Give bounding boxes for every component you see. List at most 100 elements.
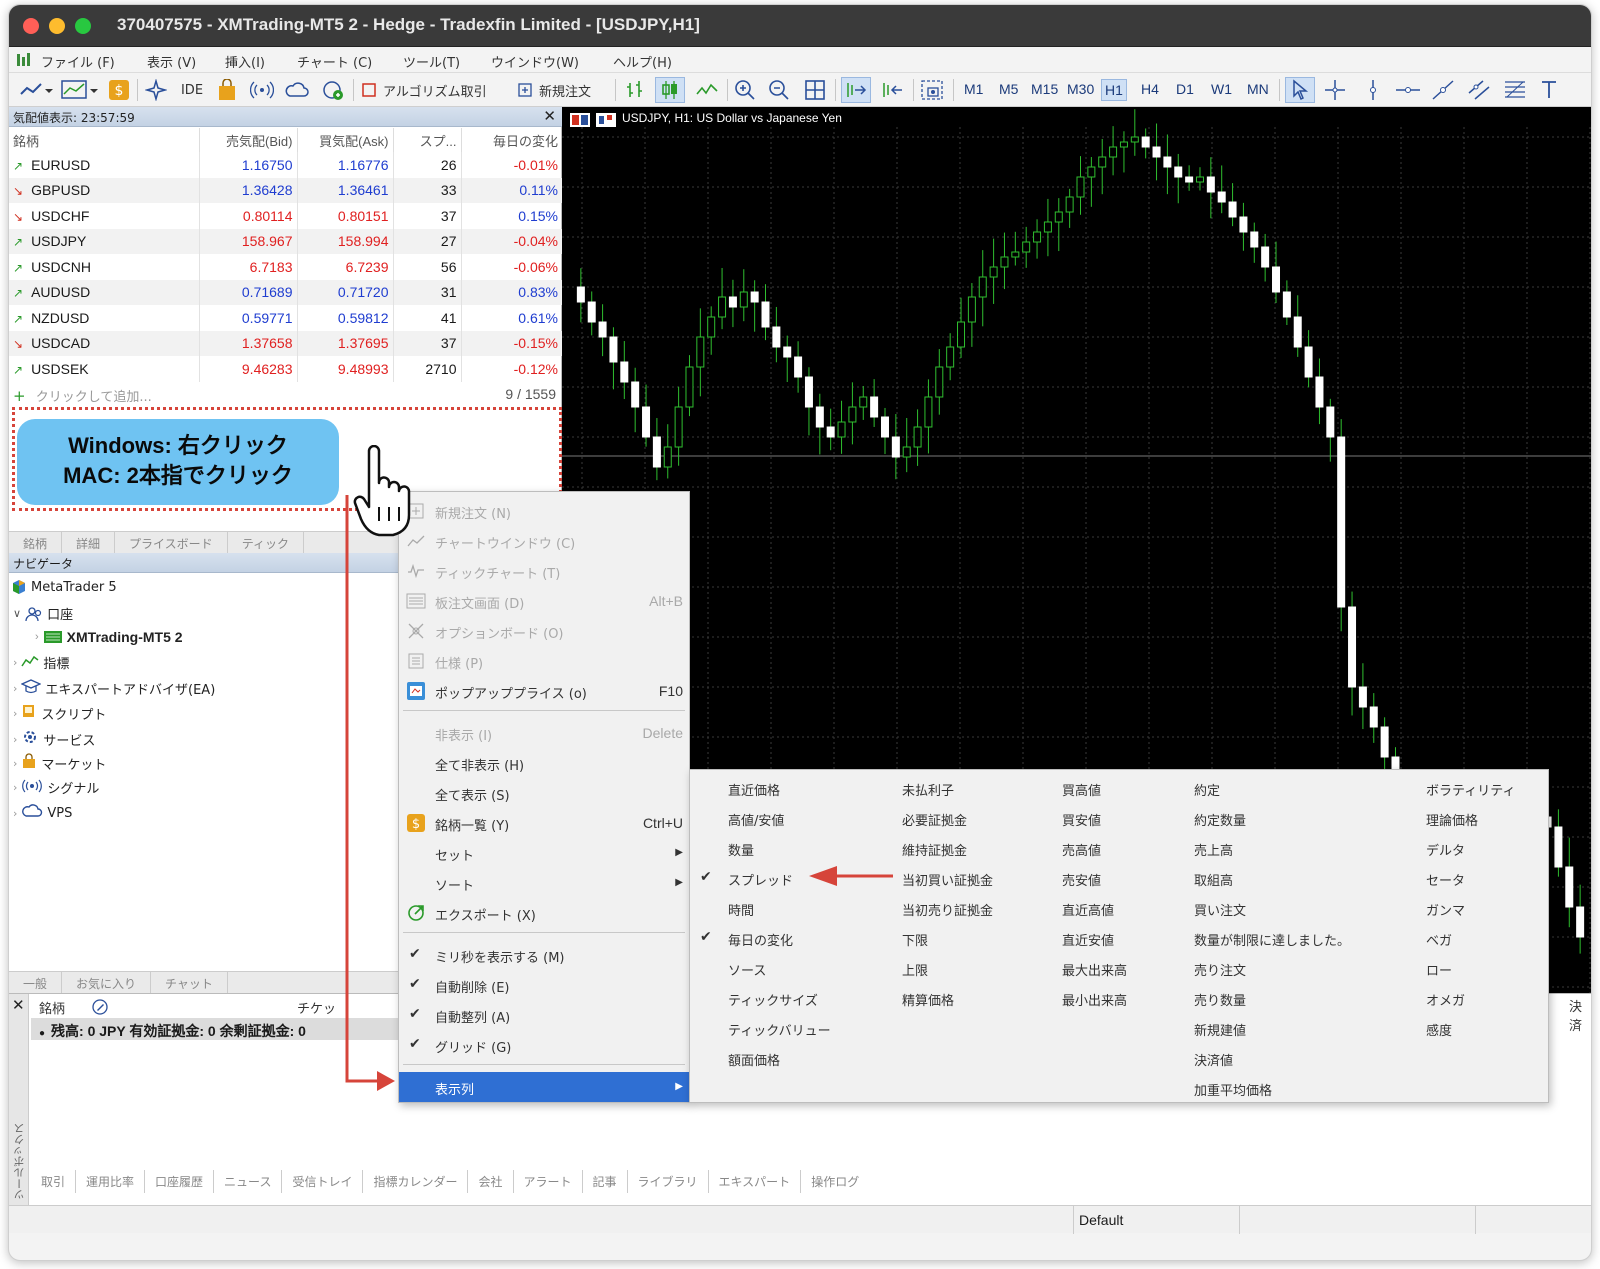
status-profile[interactable]: Default: [1079, 1212, 1123, 1228]
timeframe-w1[interactable]: W1: [1211, 81, 1232, 97]
candlestick-icon[interactable]: [655, 77, 685, 103]
market-bag-icon[interactable]: [215, 77, 239, 103]
nav-item[interactable]: › エキスパートアドバイザ(EA): [13, 678, 215, 698]
tab-calendar[interactable]: 指標カレンダー: [363, 1170, 469, 1193]
col-bid[interactable]: 売気配(Bid): [199, 128, 298, 152]
symbol-cell[interactable]: ↗ USDJPY: [9, 228, 200, 254]
timeframe-m15[interactable]: M15: [1031, 81, 1058, 97]
timeframe-mn[interactable]: MN: [1247, 81, 1269, 97]
nav-item[interactable]: › 指標: [13, 653, 69, 672]
symbol-cell[interactable]: ↗ USDCNH: [9, 254, 200, 280]
chart-symbol-icon[interactable]: [596, 113, 616, 127]
quote-row[interactable]: ↗ USDJPY 158.967 158.994 27 -0.04%: [9, 228, 562, 254]
symbol-cell[interactable]: ↗ USDSEK: [9, 356, 200, 382]
column-option[interactable]: 理論価格: [1426, 810, 1478, 829]
screenshot-icon[interactable]: [917, 77, 947, 103]
auto-scroll-icon[interactable]: [841, 77, 871, 103]
quote-row[interactable]: ↗ USDCNH 6.7183 6.7239 56 -0.06%: [9, 254, 562, 280]
vps-cloud-icon[interactable]: [283, 77, 311, 103]
quote-row[interactable]: ↘ GBPUSD 1.36428 1.36461 33 0.11%: [9, 177, 562, 203]
column-option[interactable]: 約定数量: [1194, 810, 1246, 829]
toolbox-vertical-tab[interactable]: ツールボックス ✕: [9, 994, 29, 1206]
ide-button[interactable]: IDE: [177, 77, 207, 103]
quote-row[interactable]: ↗ USDSEK 9.46283 9.48993 2710 -0.12%: [9, 356, 562, 382]
tab-ticks[interactable]: ティック: [228, 532, 304, 555]
crosshair-icon[interactable]: [1321, 77, 1349, 103]
context-menu-item[interactable]: オプションボード (O): [399, 616, 689, 646]
column-option[interactable]: 決済値: [1194, 1050, 1233, 1069]
column-option[interactable]: 買高値: [1062, 780, 1101, 799]
column-option[interactable]: 必要証拠金: [902, 810, 967, 829]
column-option[interactable]: デルタ: [1426, 840, 1465, 859]
tab-alerts[interactable]: アラート: [514, 1170, 583, 1193]
toolbox-col-symbol[interactable]: 銘柄: [39, 998, 65, 1017]
symbol-cell[interactable]: ↗ NZDUSD: [9, 305, 200, 331]
algo-trading-button[interactable]: アルゴリズム取引: [361, 77, 507, 103]
column-option[interactable]: 精算価格: [902, 990, 954, 1009]
toolbox-col-ticket[interactable]: チケッ: [297, 998, 336, 1017]
tab-experts[interactable]: エキスパート: [709, 1170, 802, 1193]
column-option[interactable]: ボラティリティ: [1426, 780, 1515, 799]
context-menu-item[interactable]: チャートウインドウ (C): [399, 526, 689, 556]
community-icon[interactable]: [319, 77, 347, 103]
col-spread[interactable]: スプ...: [393, 128, 462, 152]
timeframe-h4[interactable]: H4: [1141, 81, 1159, 97]
column-option[interactable]: オメガ: [1426, 990, 1465, 1009]
quote-row[interactable]: ↗ AUDUSD 0.71689 0.71720 31 0.83%: [9, 279, 562, 305]
tab-general[interactable]: 一般: [9, 972, 63, 995]
symbol-cell[interactable]: ↗ EURUSD: [9, 152, 200, 178]
column-option[interactable]: 数量: [728, 840, 754, 859]
column-option[interactable]: 当初買い証拠金: [902, 870, 993, 889]
context-menu-item[interactable]: 全て非表示 (H): [399, 748, 689, 778]
close-icon[interactable]: ✕: [543, 107, 556, 125]
new-order-button[interactable]: 新規注文: [517, 77, 609, 103]
quote-row[interactable]: ↘ USDCAD 1.37658 1.37695 37 -0.15%: [9, 330, 562, 356]
tab-news[interactable]: ニュース: [214, 1170, 283, 1193]
column-option[interactable]: 売り注文: [1194, 960, 1246, 979]
column-option[interactable]: 取組高: [1194, 870, 1233, 889]
nav-item[interactable]: › マーケット: [13, 753, 106, 773]
column-option[interactable]: 維持証拠金: [902, 840, 967, 859]
quote-row[interactable]: ↘ USDCHF 0.80114 0.80151 37 0.15%: [9, 203, 562, 229]
context-menu-item[interactable]: 仕様 (P): [399, 646, 689, 676]
timeframe-m30[interactable]: M30: [1067, 81, 1094, 97]
column-option[interactable]: ティックサイズ: [728, 990, 818, 1009]
chart-shift-icon[interactable]: [877, 77, 907, 103]
timeframe-m1[interactable]: M1: [964, 81, 983, 97]
context-menu-item[interactable]: $ 銘柄一覧 (Y) Ctrl+U: [399, 808, 689, 838]
menu-help[interactable]: ヘルプ(H): [613, 52, 672, 71]
column-option[interactable]: 毎日の変化: [728, 930, 793, 949]
menu-tools[interactable]: ツール(T): [403, 52, 460, 71]
zoom-window-button[interactable]: [75, 18, 91, 34]
column-option[interactable]: 時間: [728, 900, 754, 919]
tab-library[interactable]: ライブラリ: [628, 1170, 709, 1193]
zoom-in-icon[interactable]: [731, 77, 759, 103]
edit-icon[interactable]: [91, 998, 109, 1016]
column-option[interactable]: スプレッド: [728, 870, 793, 889]
context-menu-item[interactable]: ソート ▶: [399, 868, 689, 898]
timeframe-m5[interactable]: M5: [999, 81, 1018, 97]
trendline-icon[interactable]: [1429, 77, 1457, 103]
tab-favorites[interactable]: お気に入り: [62, 972, 152, 995]
context-menu-item[interactable]: ✔ 自動削除 (E): [399, 970, 689, 1000]
line-chart-icon[interactable]: [693, 77, 721, 103]
close-window-button[interactable]: [23, 18, 39, 34]
column-option[interactable]: 直近高値: [1062, 900, 1114, 919]
column-option[interactable]: 売安値: [1062, 870, 1101, 889]
nav-item[interactable]: › サービス: [13, 728, 95, 750]
nav-item[interactable]: › シグナル: [13, 778, 99, 797]
column-option[interactable]: 直近価格: [728, 780, 780, 799]
column-option[interactable]: 数量が制限に達しました。: [1194, 930, 1350, 949]
column-option[interactable]: 買安値: [1062, 810, 1101, 829]
context-menu-item[interactable]: ✔ ミリ秒を表示する (M): [399, 940, 689, 970]
nav-accounts[interactable]: ∨ 口座: [13, 604, 73, 623]
fibonacci-icon[interactable]: [1501, 77, 1529, 103]
tab-trade[interactable]: 取引: [31, 1170, 77, 1193]
vertical-line-icon[interactable]: [1361, 77, 1385, 103]
context-menu-item[interactable]: 非表示 (I) Delete: [399, 718, 689, 748]
column-option[interactable]: ソース: [728, 960, 766, 979]
symbol-cell[interactable]: ↗ AUDUSD: [9, 279, 200, 305]
nav-item[interactable]: › VPS: [13, 803, 72, 823]
tab-history[interactable]: 口座履歴: [145, 1170, 215, 1193]
nav-item[interactable]: › スクリプト: [13, 703, 106, 723]
